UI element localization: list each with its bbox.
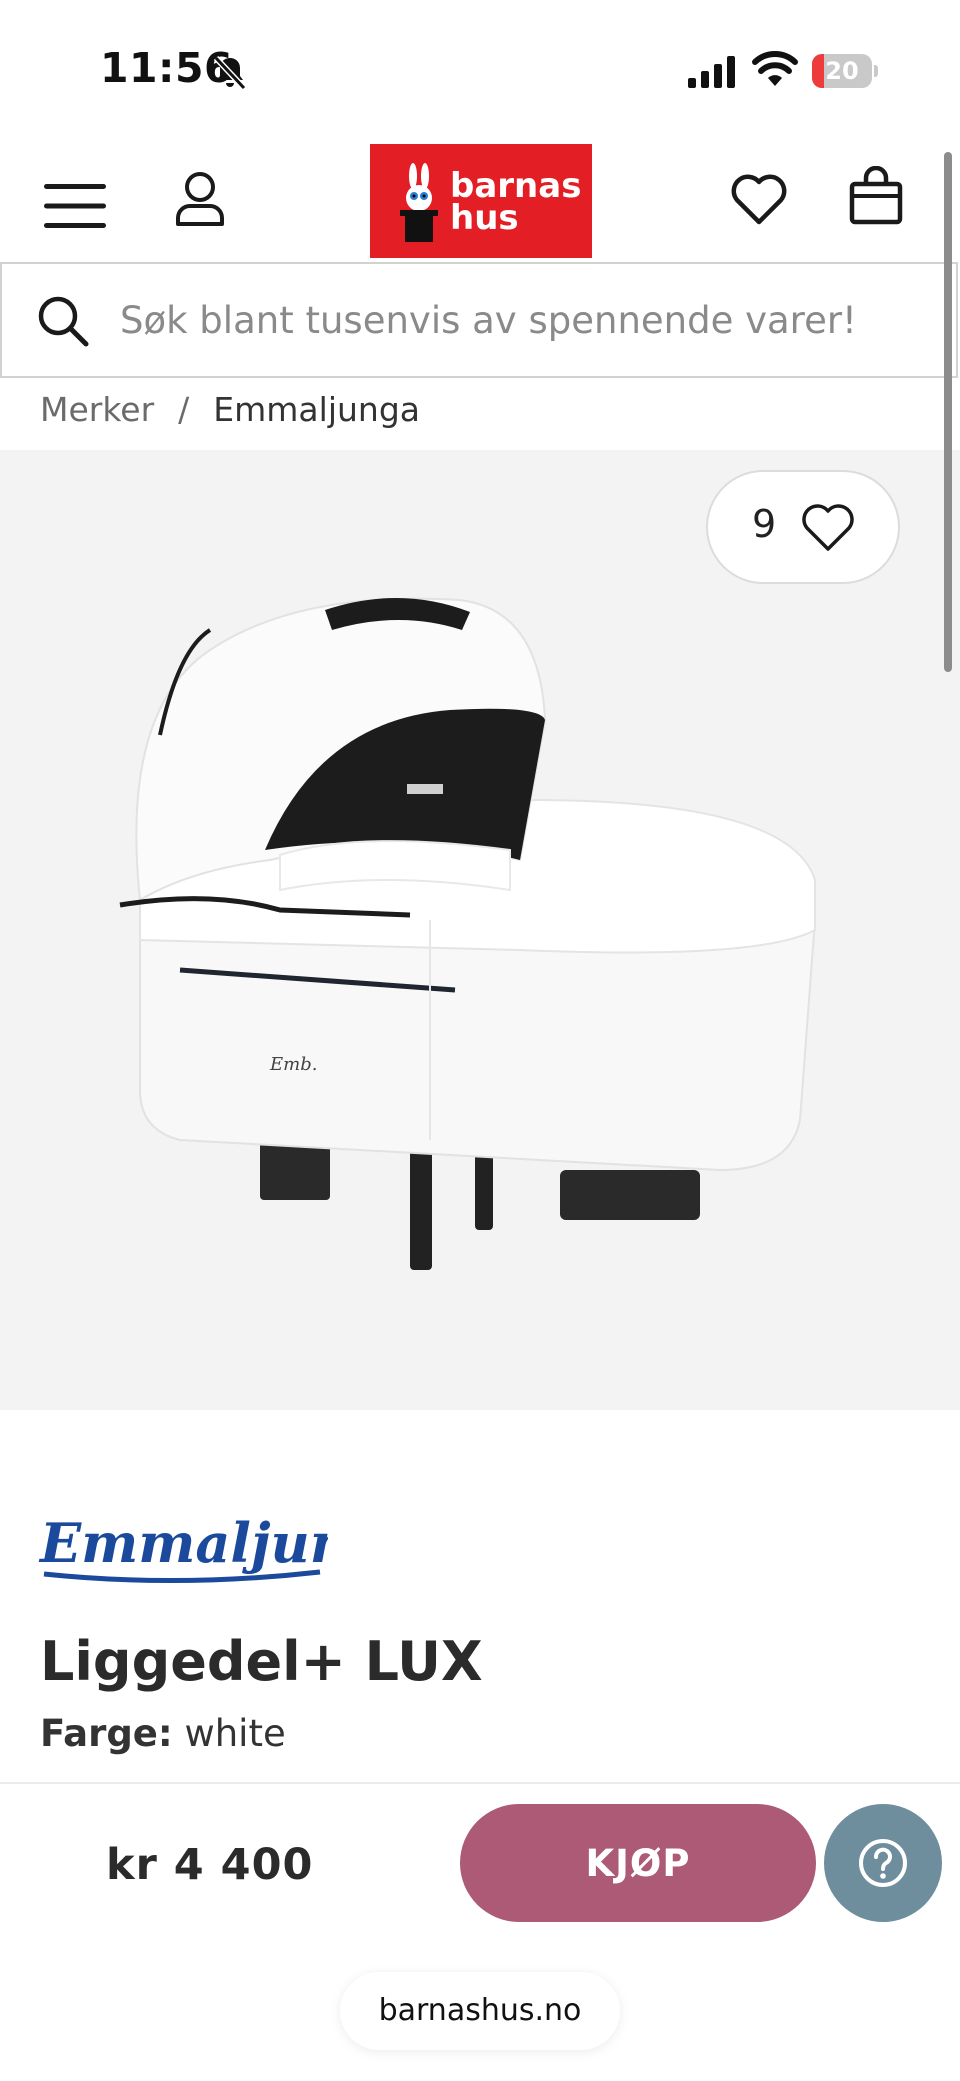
breadcrumb-separator: / — [178, 390, 190, 429]
brand-logo-emmaljunga[interactable]: Emmaljunga — [38, 1500, 328, 1596]
logo-text: barnas hus — [450, 166, 582, 238]
product-image-area[interactable]: 9 Emb. — [0, 450, 960, 1410]
battery-icon: 20 — [812, 54, 878, 88]
search-bar[interactable] — [0, 262, 958, 378]
battery-level: 20 — [825, 57, 859, 85]
account-icon[interactable] — [174, 170, 226, 228]
menu-icon[interactable] — [44, 182, 106, 230]
help-button[interactable] — [824, 1804, 942, 1922]
breadcrumb: Merker / Emmaljunga — [40, 384, 420, 436]
product-price: kr 4 400 — [106, 1840, 314, 1890]
wifi-icon — [752, 51, 798, 86]
buy-bar: kr 4 400 KJØP barnashus.no — [0, 1782, 960, 2081]
svg-text:Emb.: Emb. — [269, 1054, 317, 1075]
wishlist-icon[interactable] — [730, 172, 788, 228]
search-input[interactable] — [120, 286, 920, 354]
buy-button[interactable]: KJØP — [460, 1804, 816, 1922]
site-header: barnas hus — [0, 140, 960, 262]
bunny-hat-logo-icon — [400, 163, 438, 242]
shopping-bag-icon[interactable] — [848, 166, 904, 226]
product-image: Emb. — [119, 597, 817, 1270]
product-color: Farge: white — [40, 1712, 286, 1755]
browser-url-pill[interactable]: barnashus.no — [340, 1972, 620, 2050]
search-icon — [38, 296, 89, 347]
color-label: Farge: — [40, 1712, 173, 1755]
breadcrumb-item-merker[interactable]: Merker — [40, 390, 154, 429]
bell-slash-icon — [213, 55, 247, 91]
barnashus-logo[interactable]: barnas hus — [370, 144, 592, 258]
product-title: Liggedel+ LUX — [40, 1630, 483, 1693]
status-bar: 11:56 20 — [0, 0, 960, 140]
cellular-signal-icon — [688, 56, 735, 88]
color-value: white — [184, 1712, 286, 1755]
question-circle-icon — [859, 1839, 907, 1887]
page-scrollbar[interactable] — [944, 152, 952, 672]
breadcrumb-item-current[interactable]: Emmaljunga — [213, 390, 420, 429]
brand-logo-text: Emmaljunga — [38, 1511, 328, 1575]
